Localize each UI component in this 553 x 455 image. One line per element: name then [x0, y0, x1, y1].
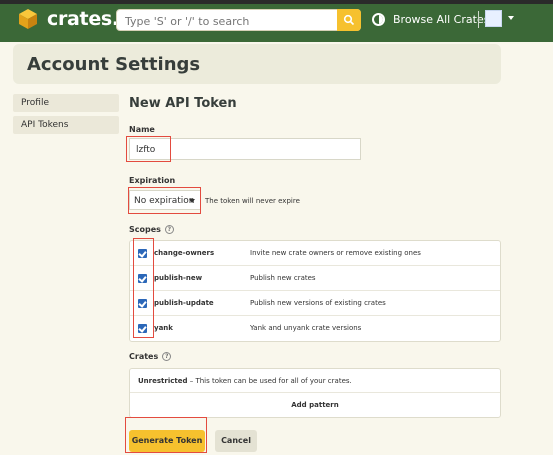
scope-name: publish-new — [154, 274, 203, 282]
expiration-select[interactable]: No expiration — [129, 190, 201, 210]
scope-name: change-owners — [154, 249, 215, 257]
scope-name: publish-update — [154, 299, 214, 307]
token-name-value: lzfto — [136, 145, 156, 155]
theme-toggle-icon[interactable] — [372, 13, 385, 26]
crates-heading: Crates? — [129, 352, 172, 361]
sidebar-item-api-tokens[interactable]: API Tokens — [13, 116, 119, 134]
scope-name: yank — [154, 324, 173, 332]
top-strip — [0, 0, 553, 4]
scope-description: Publish new versions of existing crates — [250, 299, 386, 307]
scope-description: Yank and unyank crate versions — [250, 324, 362, 332]
chevron-down-icon — [189, 199, 195, 203]
page-header: Account Settings — [13, 44, 501, 84]
scope-checkbox[interactable] — [138, 274, 147, 283]
crates-list: Unrestricted – This token can be used fo… — [129, 368, 501, 418]
search-box — [116, 9, 361, 31]
crates-unrestricted-row: Unrestricted – This token can be used fo… — [130, 369, 500, 393]
browse-all-crates-link[interactable]: Browse All Crates — [393, 13, 489, 26]
crate-box-icon — [17, 8, 39, 30]
scopes-heading: Scopes? — [129, 225, 174, 234]
add-pattern-button[interactable]: Add pattern — [130, 393, 500, 417]
scope-description: Invite new crate owners or remove existi… — [250, 249, 421, 257]
scope-checkbox[interactable] — [138, 249, 147, 258]
expiration-note: The token will never expire — [205, 197, 300, 205]
crates-unrestricted-label: Unrestricted — [138, 377, 188, 385]
scope-row: publish-update Publish new versions of e… — [130, 291, 500, 316]
scope-checkbox[interactable] — [138, 299, 147, 308]
search-input[interactable] — [125, 13, 335, 29]
search-icon — [343, 14, 355, 26]
expiration-label: Expiration — [129, 176, 176, 185]
scopes-list: change-owners Invite new crate owners or… — [129, 240, 501, 342]
name-label: Name — [129, 125, 155, 134]
expiration-value: No expiration — [134, 196, 195, 206]
settings-sidebar: Profile API Tokens — [13, 94, 119, 138]
scope-description: Publish new crates — [250, 274, 316, 282]
scopes-label: Scopes — [129, 225, 161, 234]
scope-row: yank Yank and unyank crate versions — [130, 316, 500, 341]
avatar[interactable] — [485, 10, 502, 27]
info-circle-icon[interactable]: ? — [164, 225, 174, 234]
sidebar-item-profile[interactable]: Profile — [13, 94, 119, 112]
scope-checkbox[interactable] — [138, 324, 147, 333]
crates-unrestricted-text: – This token can be used for all of your… — [187, 377, 352, 385]
scope-row: change-owners Invite new crate owners or… — [130, 241, 500, 266]
chevron-down-icon[interactable] — [508, 16, 514, 20]
crates-label: Crates — [129, 352, 159, 361]
scope-row: publish-new Publish new crates — [130, 266, 500, 291]
nav-divider — [478, 11, 479, 28]
page-title: Account Settings — [27, 54, 201, 75]
token-name-field[interactable]: lzfto — [129, 138, 361, 160]
form-heading: New API Token — [129, 96, 237, 111]
info-circle-icon[interactable]: ? — [162, 352, 172, 361]
search-button[interactable] — [337, 9, 361, 31]
cancel-button[interactable]: Cancel — [215, 430, 257, 452]
generate-token-button[interactable]: Generate Token — [129, 430, 205, 452]
